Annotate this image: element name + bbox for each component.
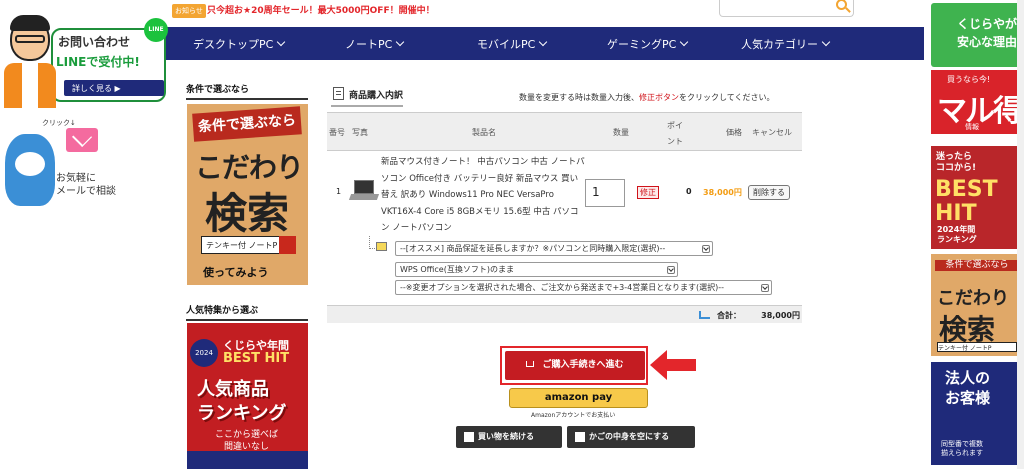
chevron-down-icon (539, 37, 548, 47)
best-hit-banner[interactable]: 2024 くじらや年間 BEST HIT 人気商品 ランキング ここから選べば … (187, 323, 308, 469)
contact-heading: お問い合わせ (58, 35, 131, 49)
product-name-link[interactable]: 新品マウス付きノート！ 中古パソコン 中古 ノートパソコン Office付き バ… (381, 154, 586, 237)
chevron-down-icon (702, 245, 710, 253)
chevron-down-icon (667, 266, 675, 274)
scrollbar[interactable] (1017, 0, 1024, 469)
table-header: 番号 写真 製品名 数量 ポイント 価格 キャンセル (327, 112, 802, 151)
chevron-down-icon (277, 37, 286, 47)
amazon-pay-caption: Amazonアカウントでお支払い (531, 412, 616, 419)
subtotal-value: 38,000円 (761, 311, 800, 320)
sidebar-heading-features: 人気特集から選ぶ (186, 303, 308, 321)
quantity-input[interactable]: 1 (585, 179, 625, 207)
subtotal-row: 合計： 38,000円 (327, 305, 802, 323)
folder-icon (376, 242, 387, 251)
price-value: 38,000円 (703, 188, 742, 197)
checkout-highlight: ご購入手続きへ進む (500, 346, 648, 385)
document-icon (333, 87, 344, 100)
detail-button[interactable]: 詳しく見る ▶ (64, 80, 164, 96)
chevron-down-icon (761, 284, 769, 292)
amazon-pay-button[interactable]: amazon pay (509, 388, 648, 408)
staff-illustration (4, 15, 56, 110)
points-value: 0 (686, 187, 692, 196)
checkout-button[interactable]: ご購入手続きへ進む (505, 351, 645, 380)
qty-change-note: 数量を変更する時は数量入力後、修正ボタンをクリックしてください。 (519, 93, 775, 102)
sidebar-heading-conditions: 条件で選ぶなら (186, 82, 308, 100)
office-select[interactable]: WPS Office(互換ソフト)のまま (395, 262, 678, 277)
promo-link[interactable]: 只今超お★20周年セール！最大5000円OFF！開催中！ (207, 3, 435, 16)
continue-shopping-button[interactable]: 買い物を続ける (456, 426, 562, 448)
nav-desktop-pc[interactable]: デスクトップPC (193, 36, 286, 52)
envelope-icon (66, 128, 98, 152)
search-icon[interactable] (836, 0, 847, 10)
calculator-icon (699, 311, 710, 319)
kodawari-side-banner[interactable]: 条件で選ぶなら こだわり 検索 テンキー付 ノートP (931, 254, 1024, 356)
row-number: 1 (336, 187, 342, 196)
click-hint: クリック↓ (42, 119, 76, 127)
line-logo-icon: LINE (144, 18, 168, 42)
mail-contact-badge[interactable]: クリック↓ お気軽に メールで相談 (0, 116, 130, 216)
reason-banner[interactable]: くじらやが 安心な理由 (931, 3, 1024, 67)
maru-toku-banner[interactable]: 買うなら今! マル得 情報 (931, 70, 1024, 134)
chevron-down-icon (396, 37, 405, 47)
nav-mobile-pc[interactable]: モバイルPC (477, 36, 548, 52)
whale-mascot-icon (5, 134, 55, 206)
home-icon (464, 432, 474, 442)
corporate-banner[interactable]: 法人の お客様 同型番で複数 揃えられます (931, 362, 1024, 465)
chevron-down-icon (680, 37, 689, 47)
mail-contact-text: お気軽に メールで相談 (56, 173, 116, 197)
line-label: LINEで受付中! (56, 55, 140, 69)
nav-gaming-pc[interactable]: ゲーミングPC (607, 36, 689, 52)
delete-button[interactable]: 削除する (748, 185, 790, 200)
main-nav: デスクトップPC ノートPC モバイルPC ゲーミングPC 人気カテゴリー (165, 27, 924, 60)
cart-table: 番号 写真 製品名 数量 ポイント 価格 キャンセル (327, 112, 802, 151)
search-box[interactable] (719, 0, 854, 17)
best-hit-side-banner[interactable]: 迷ったら ココから! BEST HIT 2024年間 ランキング (931, 146, 1024, 249)
cart-icon (526, 361, 535, 367)
nav-popular-category[interactable]: 人気カテゴリー (741, 36, 831, 52)
fix-button[interactable]: 修正 (637, 186, 659, 199)
kodawari-use-label: 使ってみよう (203, 266, 269, 279)
trash-icon (575, 432, 585, 442)
chevron-down-icon (821, 37, 831, 47)
nav-notebook-pc[interactable]: ノートPC (345, 36, 405, 52)
product-thumbnail[interactable] (348, 180, 380, 206)
warranty-select[interactable]: --[オススメ] 商品保証を延長しますか？※パソコンと同時購入限定(選択)-- (395, 241, 713, 256)
search-icon (279, 236, 296, 254)
option-change-select[interactable]: --※変更オプションを選択された場合、ご注文から発送まで+3-4営業日となります… (395, 280, 772, 295)
cart-title: 商品購入内訳 (331, 87, 404, 107)
empty-cart-button[interactable]: かごの中身を空にする (567, 426, 695, 448)
notice-tag: お知らせ (172, 4, 206, 18)
kodawari-search-banner[interactable]: 条件で選ぶなら こだわり 検索 テンキー付 ノートP 使ってみよう (187, 104, 308, 285)
pointer-arrow-icon (650, 350, 696, 380)
